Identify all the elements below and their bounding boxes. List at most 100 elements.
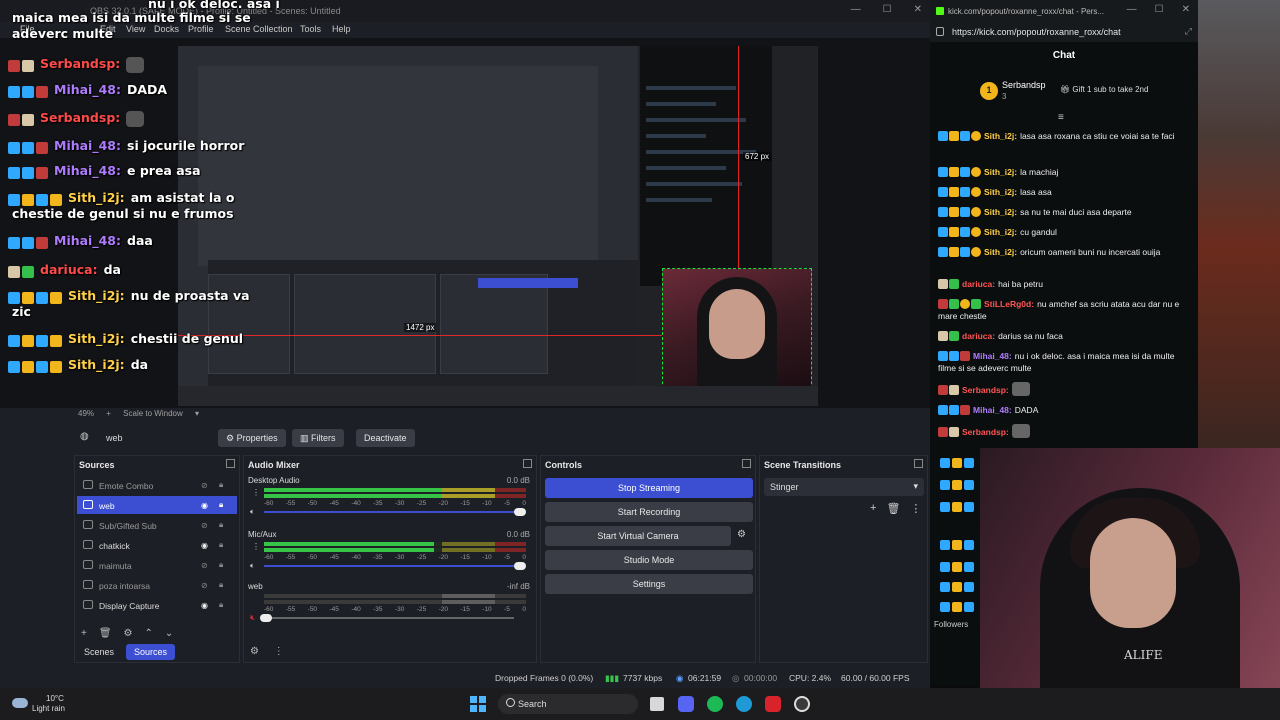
move-up-icon[interactable]: ⌃ bbox=[145, 628, 153, 639]
maximize-icon[interactable]: ☐ bbox=[883, 4, 892, 15]
lock-icon[interactable]: 🔒︎ bbox=[219, 520, 223, 530]
source-item-maimuta[interactable]: maimuta ⊘ 🔒︎ bbox=[77, 556, 237, 574]
lock-icon[interactable]: 🔒︎ bbox=[219, 560, 223, 570]
deactivate-button[interactable]: Deactivate bbox=[356, 429, 415, 447]
zoom-in-icon[interactable]: + bbox=[106, 409, 111, 418]
more-icon[interactable]: ⋮ bbox=[910, 502, 921, 515]
sub-badge-icon bbox=[949, 351, 959, 361]
lock-icon[interactable]: 🔒︎ bbox=[219, 600, 223, 610]
volume-slider[interactable] bbox=[264, 511, 514, 513]
minimize-icon[interactable]: — bbox=[1127, 4, 1137, 15]
lock-icon[interactable]: 🔒︎ bbox=[219, 540, 223, 550]
trash-icon[interactable]: 🗑︎ bbox=[886, 502, 900, 515]
source-item-web[interactable]: web ◉ 🔒︎ bbox=[77, 496, 237, 514]
minimize-icon[interactable]: — bbox=[851, 4, 861, 15]
gifter-badge-icon bbox=[971, 207, 981, 217]
task-view-icon[interactable] bbox=[650, 697, 664, 711]
chevron-down-icon[interactable]: ▾ bbox=[195, 409, 199, 418]
start-virtual-camera-button[interactable]: Start Virtual Camera bbox=[545, 526, 731, 546]
url-text[interactable]: https://kick.com/popout/roxanne_roxx/cha… bbox=[952, 27, 1121, 37]
volume-slider[interactable] bbox=[264, 565, 514, 567]
eye-icon[interactable]: ◉ bbox=[201, 601, 208, 610]
lock-icon[interactable]: 🔒︎ bbox=[219, 480, 223, 490]
record-time: 00:00:00 bbox=[744, 673, 778, 683]
devil-badge-icon bbox=[960, 351, 970, 361]
site-info-icon[interactable] bbox=[936, 27, 944, 36]
eye-hidden-icon[interactable]: ⊘ bbox=[201, 521, 208, 530]
eye-icon[interactable]: ◉ bbox=[201, 501, 208, 510]
nested-stop-button bbox=[478, 278, 578, 288]
stop-streaming-button[interactable]: Stop Streaming bbox=[545, 478, 753, 498]
channel-menu-icon[interactable]: ⋮ bbox=[252, 542, 260, 551]
lock-icon[interactable]: 🔒︎ bbox=[219, 500, 223, 510]
extension-icon[interactable]: ⤢ bbox=[1185, 26, 1192, 37]
spotify-icon[interactable] bbox=[707, 696, 723, 712]
source-item-sub-gifted-sub[interactable]: Sub/Gifted Sub ⊘ 🔒︎ bbox=[77, 516, 237, 534]
dock-menu-icon[interactable] bbox=[914, 459, 923, 468]
eye-hidden-icon[interactable]: ⊘ bbox=[201, 481, 208, 490]
cup-badge-icon bbox=[22, 113, 34, 126]
more-icon[interactable]: ⋮ bbox=[274, 646, 284, 657]
close-icon[interactable]: ✕ bbox=[1182, 4, 1190, 15]
verified-badge-icon bbox=[8, 360, 20, 373]
trash-icon[interactable]: 🗑︎ bbox=[99, 628, 112, 639]
gift-sub-button[interactable]: 🎁︎ Gift 1 sub to take 2nd bbox=[1060, 85, 1148, 94]
db-tick: -25 bbox=[416, 500, 427, 507]
source-item-chatkick[interactable]: chatkick ◉ 🔒︎ bbox=[77, 536, 237, 554]
dock-menu-icon[interactable] bbox=[523, 459, 532, 468]
maximize-icon[interactable]: ☐ bbox=[1155, 4, 1164, 15]
discord-icon[interactable] bbox=[678, 696, 694, 712]
volume-slider-knob[interactable] bbox=[260, 614, 272, 622]
eye-icon[interactable]: ◉ bbox=[201, 541, 208, 550]
pinned-user[interactable]: Serbandsp bbox=[1002, 80, 1046, 90]
red-app-icon[interactable] bbox=[765, 696, 781, 712]
volume-slider[interactable] bbox=[264, 617, 514, 619]
source-item-emote-combo[interactable]: Emote Combo ⊘ 🔒︎ bbox=[77, 476, 237, 494]
add-icon[interactable]: + bbox=[81, 628, 87, 639]
collapse-icon[interactable]: ≡ bbox=[1058, 112, 1064, 123]
gear-icon[interactable]: ⚙ bbox=[250, 646, 259, 657]
preview-zoom-value[interactable]: 49% bbox=[78, 409, 94, 418]
muted-speaker-icon[interactable]: 🔇︎ bbox=[250, 613, 255, 623]
settings-button[interactable]: Settings bbox=[545, 574, 753, 594]
add-icon[interactable]: + bbox=[870, 502, 876, 515]
shirt-print: ALIFE bbox=[1124, 648, 1163, 662]
obs-icon[interactable] bbox=[794, 696, 810, 712]
verified-badge-icon bbox=[940, 458, 950, 468]
studio-mode-button[interactable]: Studio Mode bbox=[545, 550, 753, 570]
eye-hidden-icon[interactable]: ⊘ bbox=[201, 581, 208, 590]
filters-button[interactable]: ▥ Filters bbox=[292, 429, 344, 447]
sub-badge-icon bbox=[960, 131, 970, 141]
lock-icon[interactable]: 🔒︎ bbox=[219, 580, 223, 590]
volume-slider-knob[interactable] bbox=[514, 508, 526, 516]
address-bar[interactable]: https://kick.com/popout/roxanne_roxx/cha… bbox=[930, 22, 1198, 42]
scale-mode-select[interactable]: Scale to Window bbox=[123, 409, 183, 418]
move-down-icon[interactable]: ⌄ bbox=[165, 628, 173, 639]
close-icon[interactable]: ✕ bbox=[914, 4, 922, 15]
windows-start-icon[interactable] bbox=[470, 696, 486, 712]
channel-menu-icon[interactable]: ⋮ bbox=[252, 488, 260, 497]
source-item-display-capture[interactable]: Display Capture ◉ 🔒︎ bbox=[77, 596, 237, 614]
taskbar-search[interactable]: Search bbox=[498, 694, 638, 714]
menu-help[interactable]: Help bbox=[332, 24, 351, 34]
source-item-poza-intoarsa[interactable]: poza intoarsa ⊘ 🔒︎ bbox=[77, 576, 237, 594]
speaker-icon[interactable]: 🔈︎ bbox=[250, 561, 255, 571]
gear-icon[interactable]: ⚙ bbox=[124, 628, 133, 639]
virtual-camera-gear-icon[interactable]: ⚙ bbox=[737, 529, 746, 540]
webcam-source[interactable] bbox=[662, 268, 812, 405]
tab-scenes[interactable]: Scenes bbox=[76, 644, 122, 660]
sub-badge-icon bbox=[36, 291, 48, 304]
speaker-icon[interactable]: 🔈︎ bbox=[250, 507, 255, 517]
db-tick: 0 bbox=[522, 606, 526, 613]
transition-select[interactable]: Stinger ▾ bbox=[764, 478, 924, 496]
edge-icon[interactable] bbox=[736, 696, 752, 712]
devil-badge-icon bbox=[36, 85, 48, 98]
eye-hidden-icon[interactable]: ⊘ bbox=[201, 561, 208, 570]
audio-mixer-dock: Audio Mixer Desktop Audio 0.0 dB ⋮ -60 -5… bbox=[243, 455, 537, 663]
volume-slider-knob[interactable] bbox=[514, 562, 526, 570]
dock-menu-icon[interactable] bbox=[742, 459, 751, 468]
tab-sources[interactable]: Sources bbox=[126, 644, 176, 660]
properties-button[interactable]: ⚙ Properties bbox=[218, 429, 286, 447]
start-recording-button[interactable]: Start Recording bbox=[545, 502, 753, 522]
dock-menu-icon[interactable] bbox=[226, 459, 235, 468]
